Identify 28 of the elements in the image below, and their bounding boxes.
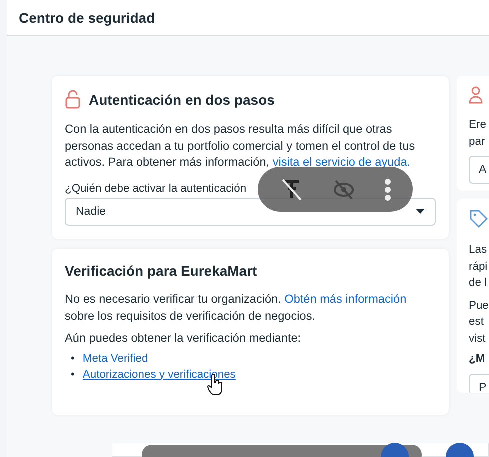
- description-text: Con la autenticación en dos pasos resulta más difícil que otras personas accedan a tu portfolio comercial y tomen el control de tus activos. Para obtener más información, visita el servicio de ayuda.: [65, 121, 416, 170]
- side-question: ¿M: [469, 352, 486, 367]
- verification-link[interactable]: Autorizaciones y verificaciones: [82, 366, 236, 382]
- side-text: Pue: [469, 298, 489, 314]
- side-field[interactable]: A: [469, 156, 489, 184]
- caret-icon: [416, 209, 425, 214]
- question-label: ¿Quién debe activar la autenticación: [65, 182, 248, 194]
- side-text: Las: [469, 243, 488, 258]
- side-text: rápi: [469, 260, 489, 274]
- learn-more-link[interactable]: Obtén más información: [284, 292, 407, 306]
- help-link[interactable]: visita el servicio de ayuda.: [272, 155, 411, 169]
- options-intro: Aún puedes obtener la verificación mediante:: [65, 330, 302, 346]
- page-title: Centro de seguridad: [19, 10, 156, 26]
- unlocked-padlock-icon: [65, 90, 81, 109]
- side-text: Ere: [469, 118, 488, 133]
- more-icon[interactable]: [384, 178, 392, 202]
- card-title: Autenticación en dos pasos: [89, 92, 275, 108]
- tag-icon: [469, 209, 489, 229]
- verification-link[interactable]: Meta Verified: [82, 350, 148, 366]
- side-text: de l: [469, 276, 488, 291]
- bullet: •: [71, 368, 75, 382]
- card-title: Verificación para EurekaMart: [65, 263, 258, 279]
- bullet: •: [71, 352, 75, 366]
- side-text: par: [469, 134, 486, 150]
- side-text: vist: [469, 332, 487, 346]
- side-field[interactable]: P: [469, 374, 489, 393]
- verification-text: No es necesario verificar tu organización. Obtén más información sobre los requisitos de verificación de negocios.: [65, 291, 408, 324]
- side-text: est: [469, 315, 485, 330]
